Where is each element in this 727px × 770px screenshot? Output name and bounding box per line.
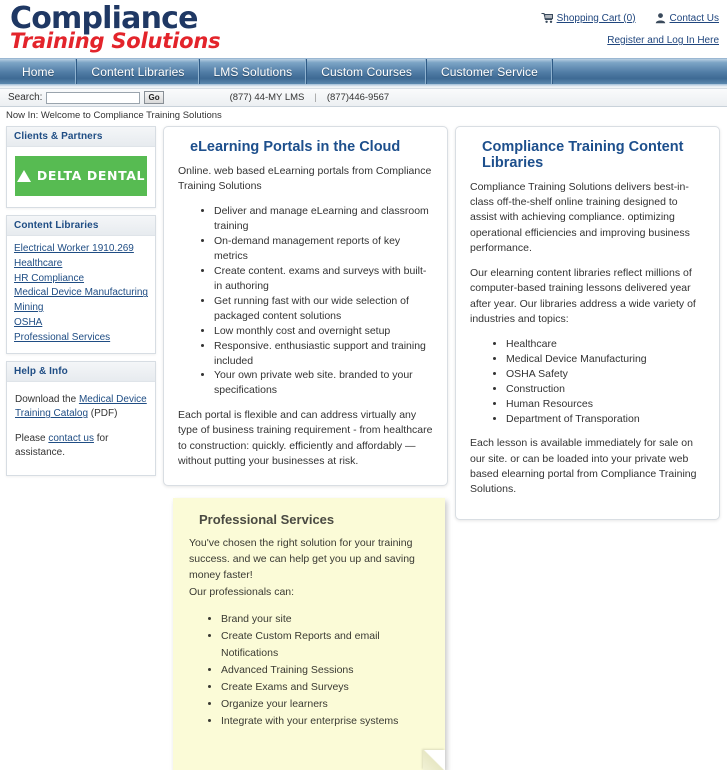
content-libraries-para-1: Compliance Training Solutions delivers b… bbox=[470, 181, 690, 254]
list-item: Low monthly cost and overnight setup bbox=[214, 324, 433, 339]
page-body: Clients & Partners DELTA DENTAL Content … bbox=[0, 124, 727, 770]
site-logo[interactable]: Compliance Training Solutions bbox=[10, 4, 221, 53]
professional-services-para-1: You've chosen the right solution for you… bbox=[189, 537, 415, 581]
list-item: Organize your learners bbox=[221, 696, 429, 713]
breadcrumb: Now In: Welcome to Compliance Training S… bbox=[0, 107, 727, 124]
register-login-link[interactable]: Register and Log In Here bbox=[607, 35, 719, 46]
sidebar-link-medical-device-manufacturing[interactable]: Medical Device Manufacturing bbox=[14, 286, 148, 301]
left-sidebar: Clients & Partners DELTA DENTAL Content … bbox=[6, 126, 156, 483]
content-libraries-bullet-list: Healthcare Medical Device Manufacturing … bbox=[470, 337, 705, 426]
list-item: Construction bbox=[506, 382, 705, 397]
list-item: Department of Transporation bbox=[506, 412, 705, 427]
search-go-button[interactable]: Go bbox=[144, 91, 164, 104]
content-libraries-panel: Content Libraries Electrical Worker 1910… bbox=[6, 215, 156, 354]
nav-filler bbox=[553, 59, 727, 84]
shopping-cart-label[interactable]: Shopping Cart (0) bbox=[557, 13, 636, 24]
elearning-portals-card: eLearning Portals in the Cloud Online. w… bbox=[163, 126, 448, 487]
help-download-line: Download the Medical Device Training Cat… bbox=[15, 393, 147, 422]
header-phone-numbers: (877) 44-MY LMS | (877)446-9567 bbox=[230, 92, 390, 103]
content-libraries-title: Content Libraries bbox=[7, 216, 155, 236]
content-libraries-link-list: Electrical Worker 1910.269 Healthcare HR… bbox=[7, 236, 155, 353]
help-contact-pre: Please bbox=[15, 432, 49, 444]
professional-services-title: Professional Services bbox=[199, 512, 335, 528]
sidebar-link-healthcare[interactable]: Healthcare bbox=[14, 257, 148, 272]
clients-partners-title: Clients & Partners bbox=[7, 127, 155, 147]
main-navigation: Home Content Libraries LMS Solutions Cus… bbox=[0, 58, 727, 84]
help-download-pre: Download the bbox=[15, 393, 79, 405]
middle-column: eLearning Portals in the Cloud Online. w… bbox=[163, 126, 448, 770]
phone-number-secondary: (877)446-9567 bbox=[326, 92, 390, 103]
sidebar-link-professional-services[interactable]: Professional Services bbox=[14, 331, 148, 346]
search-label: Search: bbox=[8, 92, 43, 103]
search-input[interactable] bbox=[46, 91, 141, 104]
nav-item-home[interactable]: Home bbox=[0, 59, 78, 84]
professional-services-note-wrapper: Professional Services You've chosen the … bbox=[173, 498, 445, 770]
help-download-post: (PDF) bbox=[88, 408, 118, 420]
nav-item-content-libraries[interactable]: Content Libraries bbox=[77, 59, 200, 84]
sticky-note-curl bbox=[423, 750, 445, 770]
list-item: Create Exams and Surveys bbox=[221, 679, 429, 696]
header-utility-links: Shopping Cart (0) Contact Us Register an… bbox=[529, 12, 719, 46]
right-column: Compliance Training Content Libraries Co… bbox=[455, 126, 720, 532]
contact-us-link[interactable]: Contact Us bbox=[654, 12, 719, 24]
nav-item-custom-courses[interactable]: Custom Courses bbox=[307, 59, 427, 84]
elearning-portals-title: eLearning Portals in the Cloud bbox=[190, 139, 401, 155]
list-item: OSHA Safety bbox=[506, 367, 705, 382]
help-contact-line: Please contact us for assistance. bbox=[15, 432, 147, 461]
content-libraries-card: Compliance Training Content Libraries Co… bbox=[455, 126, 720, 521]
help-info-panel: Help & Info Download the Medical Device … bbox=[6, 360, 156, 476]
elearning-portals-bullet-list: Deliver and manage eLearning and classro… bbox=[178, 204, 433, 398]
delta-triangle-icon bbox=[16, 170, 31, 182]
logo-line-secondary: Training Solutions bbox=[10, 29, 221, 53]
content-libraries-card-title: Compliance Training Content Libraries bbox=[482, 139, 684, 171]
list-item: Human Resources bbox=[506, 397, 705, 412]
clients-partners-panel: Clients & Partners DELTA DENTAL bbox=[6, 126, 156, 208]
user-contact-icon bbox=[654, 12, 667, 24]
delta-dental-label: DELTA DENTAL bbox=[36, 167, 146, 183]
list-item: Healthcare bbox=[506, 337, 705, 352]
list-item: Your own private web site. branded to yo… bbox=[214, 368, 433, 398]
sidebar-link-mining[interactable]: Mining bbox=[14, 301, 148, 316]
elearning-portals-intro: Online. web based eLearning portals from… bbox=[178, 165, 432, 193]
professional-services-note: Professional Services You've chosen the … bbox=[173, 498, 445, 770]
site-header: Compliance Training Solutions Shopping C… bbox=[0, 0, 727, 58]
sidebar-link-osha[interactable]: OSHA bbox=[14, 316, 148, 331]
list-item: Integrate with your enterprise systems bbox=[221, 713, 429, 730]
delta-dental-logo[interactable]: DELTA DENTAL bbox=[15, 156, 147, 196]
sidebar-link-hr-compliance[interactable]: HR Compliance bbox=[14, 272, 148, 287]
phone-number-primary: (877) 44-MY LMS bbox=[229, 92, 305, 103]
list-item: Brand your site bbox=[221, 611, 429, 628]
content-libraries-para-3: Each lesson is available immediately for… bbox=[470, 437, 697, 496]
list-item: Advanced Training Sessions bbox=[221, 662, 429, 679]
contact-us-label[interactable]: Contact Us bbox=[670, 13, 719, 24]
shopping-cart-link[interactable]: Shopping Cart (0) bbox=[541, 12, 636, 24]
help-info-title: Help & Info bbox=[7, 361, 155, 382]
list-item: Responsive. enthusiastic support and tra… bbox=[214, 339, 433, 369]
phone-separator: | bbox=[314, 92, 317, 103]
content-libraries-para-2: Our elearning content libraries reflect … bbox=[470, 267, 696, 325]
nav-item-lms-solutions[interactable]: LMS Solutions bbox=[200, 59, 308, 84]
professional-services-para-2: Our professionals can: bbox=[189, 586, 295, 599]
list-item: Create content. exams and surveys with b… bbox=[214, 264, 433, 294]
list-item: Deliver and manage eLearning and classro… bbox=[214, 204, 433, 234]
elearning-portals-outro: Each portal is flexible and can address … bbox=[178, 409, 433, 467]
list-item: Get running fast with our wide selection… bbox=[214, 294, 433, 324]
nav-item-customer-service[interactable]: Customer Service bbox=[427, 59, 553, 84]
list-item: Medical Device Manufacturing bbox=[506, 352, 705, 367]
sidebar-link-electrical-worker[interactable]: Electrical Worker 1910.269 bbox=[14, 242, 148, 257]
register-login-row: Register and Log In Here bbox=[529, 35, 719, 46]
shopping-cart-icon bbox=[541, 12, 554, 24]
contact-us-inline-link[interactable]: contact us bbox=[48, 433, 94, 444]
list-item: On-demand management reports of key metr… bbox=[214, 234, 433, 264]
list-item: Create Custom Reports and email Notifica… bbox=[221, 628, 429, 662]
professional-services-bullet-list: Brand your site Create Custom Reports an… bbox=[189, 611, 429, 730]
search-bar: Search: Go (877) 44-MY LMS | (877)446-95… bbox=[0, 89, 727, 107]
